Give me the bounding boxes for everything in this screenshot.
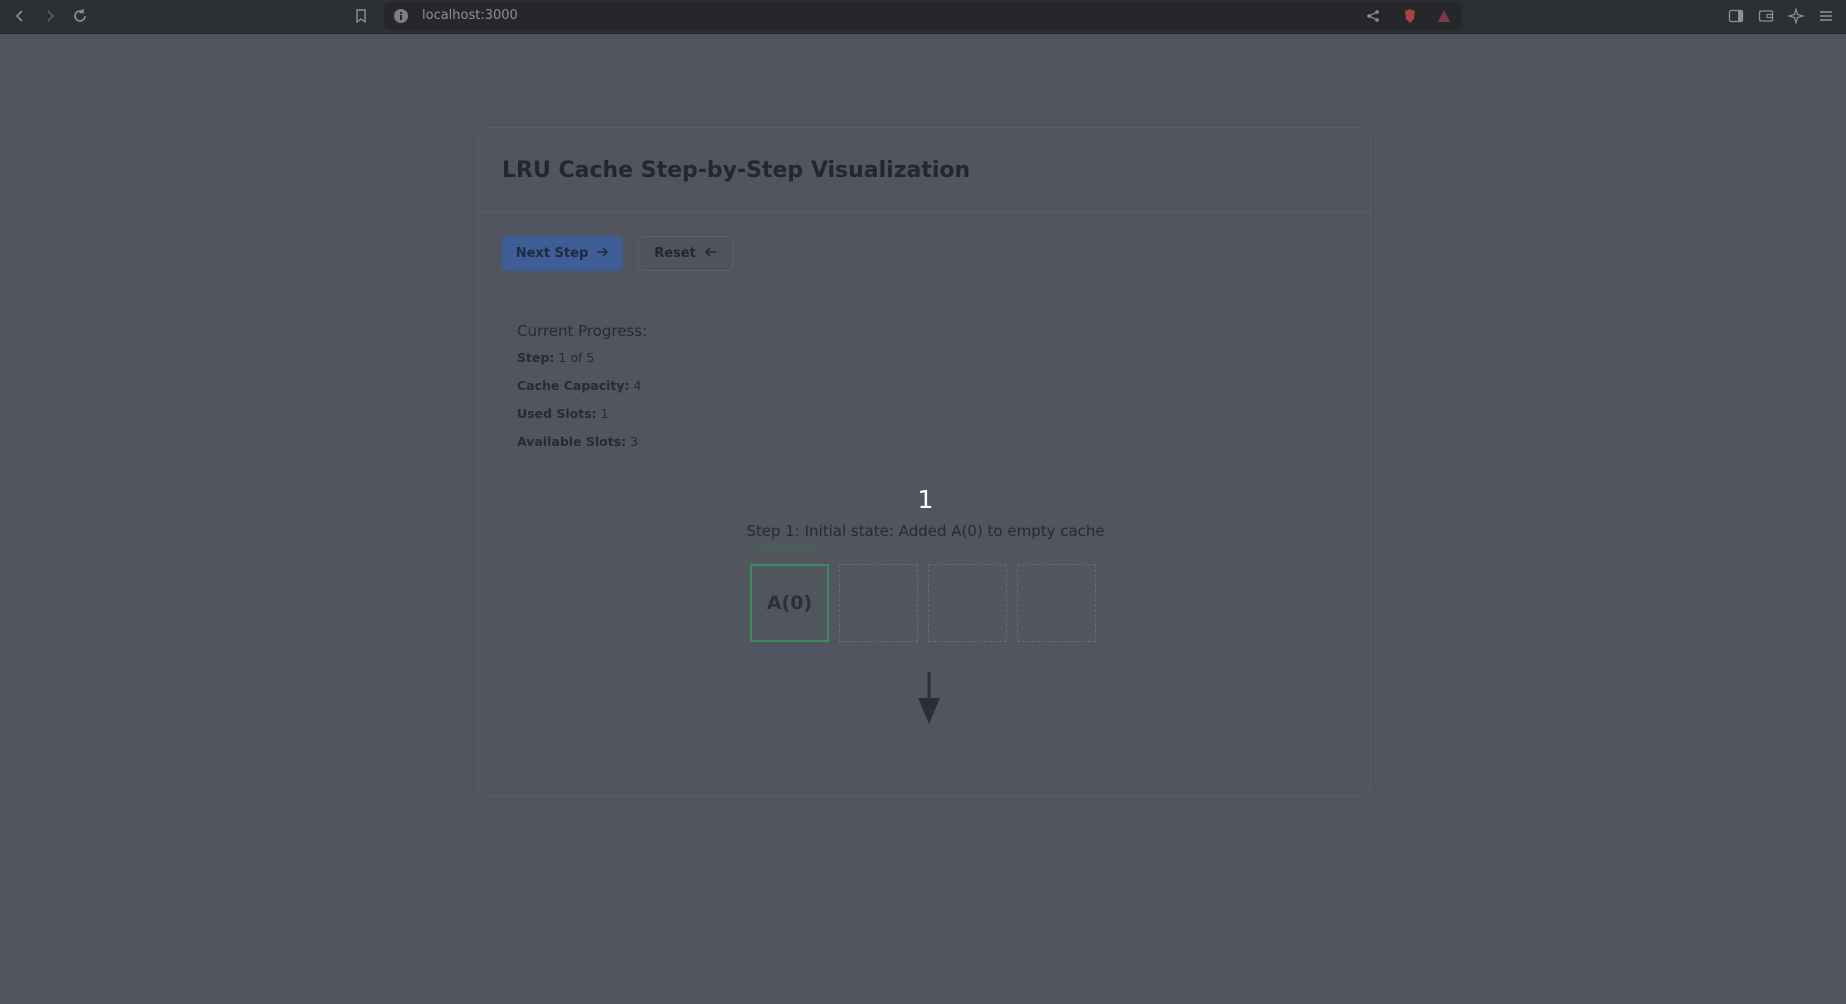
- cache-slot-1: A(0): [750, 564, 829, 642]
- available-slots-stat-value: 3: [630, 434, 639, 449]
- arrow-down-icon: [914, 672, 944, 728]
- reset-button[interactable]: Reset: [638, 236, 733, 271]
- capacity-stat-label: Cache Capacity:: [517, 378, 630, 393]
- card-header: LRU Cache Step-by-Step Visualization: [479, 128, 1370, 213]
- next-step-button[interactable]: Next Step: [502, 236, 623, 271]
- step-stat-label: Step:: [517, 350, 555, 365]
- new-entry-badge: New Entry: [758, 542, 815, 555]
- progress-panel: Current Progress: Step: 1 of 5 Cache Cap…: [517, 322, 647, 461]
- back-icon[interactable]: [8, 4, 32, 28]
- rewards-icon[interactable]: [1432, 4, 1456, 28]
- address-bar[interactable]: localhost:3000: [384, 2, 1462, 30]
- page-title: LRU Cache Step-by-Step Visualization: [502, 158, 971, 183]
- cache-slot-3: [928, 564, 1007, 642]
- arrow-right-icon: [596, 246, 609, 262]
- menu-icon[interactable]: [1814, 4, 1838, 28]
- progress-title: Current Progress:: [517, 322, 648, 340]
- site-info-icon[interactable]: [394, 9, 408, 23]
- brave-shield-icon[interactable]: [1398, 4, 1422, 28]
- step-description: Step 1: Initial state: Added A(0) to emp…: [746, 522, 1105, 540]
- available-slots-stat-label: Available Slots:: [517, 434, 627, 449]
- reset-label: Reset: [654, 246, 696, 261]
- capacity-stat-value: 4: [633, 378, 642, 393]
- capacity-stat: Cache Capacity: 4: [517, 377, 647, 405]
- used-slots-stat-label: Used Slots:: [517, 406, 597, 421]
- used-slots-stat: Used Slots: 1: [517, 405, 647, 433]
- wallet-icon[interactable]: [1754, 4, 1778, 28]
- visualization-card: LRU Cache Step-by-Step Visualization Nex…: [478, 127, 1371, 797]
- browser-toolbar: localhost:3000: [0, 0, 1846, 34]
- cache-slot-4: [1017, 564, 1096, 642]
- bookmark-icon[interactable]: [349, 4, 373, 28]
- step-stat-value: 1 of 5: [558, 350, 595, 365]
- step-stat: Step: 1 of 5: [517, 349, 647, 377]
- cache-slot-2: [839, 564, 918, 642]
- available-slots-stat: Available Slots: 3: [517, 433, 647, 461]
- leo-ai-icon[interactable]: [1784, 4, 1808, 28]
- share-icon[interactable]: [1361, 4, 1385, 28]
- step-number: 1: [917, 485, 934, 514]
- url-text[interactable]: localhost:3000: [422, 8, 518, 23]
- arrow-left-icon: [704, 246, 717, 262]
- cache-slots: New Entry A(0): [735, 542, 1115, 642]
- reload-icon[interactable]: [68, 4, 92, 28]
- forward-icon[interactable]: [38, 4, 62, 28]
- used-slots-stat-value: 1: [600, 406, 609, 421]
- next-step-label: Next Step: [515, 246, 589, 261]
- sidebar-icon[interactable]: [1724, 4, 1748, 28]
